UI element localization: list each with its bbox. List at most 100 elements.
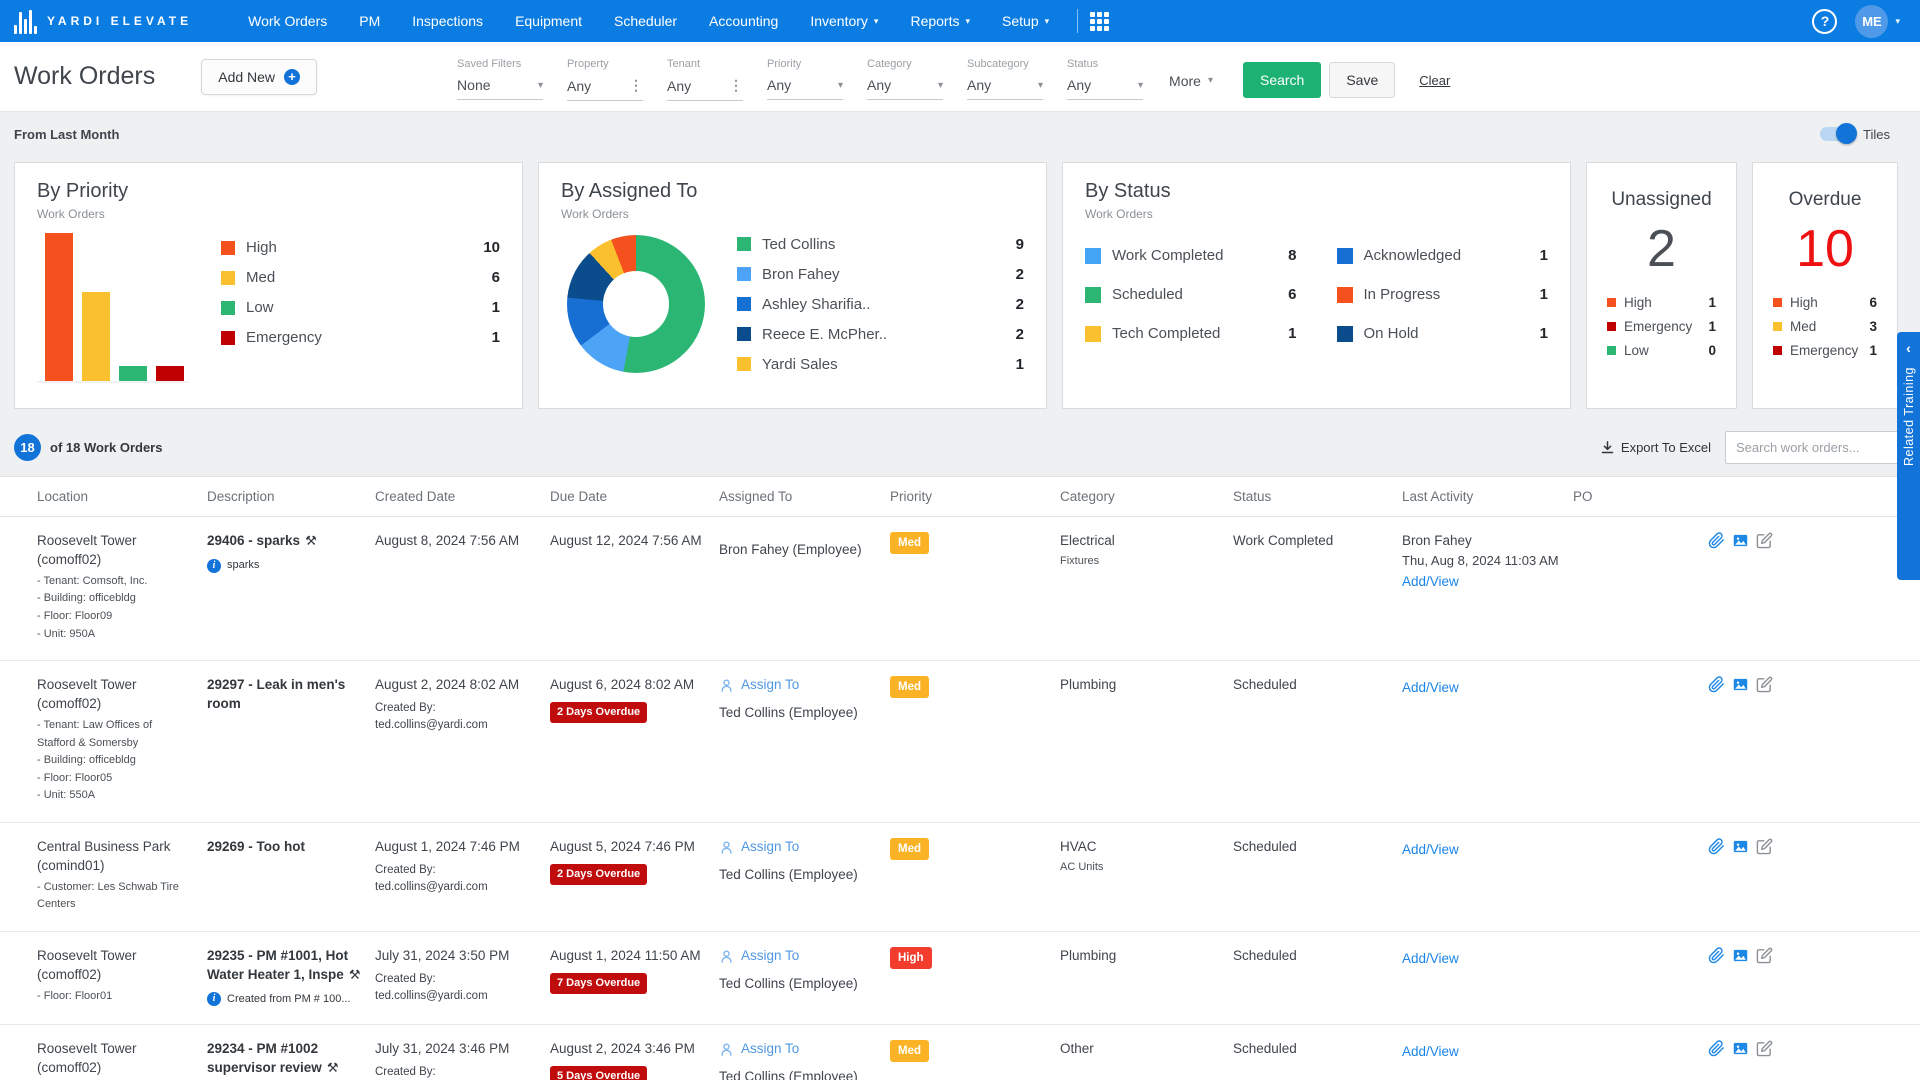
filter-status[interactable]: StatusAny▾: [1067, 58, 1143, 100]
add-view-link[interactable]: Add/View: [1402, 1043, 1459, 1062]
filter-saved-filters[interactable]: Saved FiltersNone▾: [457, 58, 543, 100]
filter-value[interactable]: None▾: [457, 70, 543, 100]
save-button[interactable]: Save: [1329, 62, 1395, 98]
column-header-po[interactable]: PO: [1573, 477, 1663, 516]
related-training-tab[interactable]: ‹ Related Training: [1897, 332, 1920, 580]
user-menu[interactable]: ME ▾: [1855, 5, 1900, 38]
due-date-cell: August 5, 2024 7:46 PM 2 Days Overdue: [550, 823, 719, 931]
search-button[interactable]: Search: [1243, 62, 1321, 98]
filter-value[interactable]: Any⋮: [567, 70, 643, 101]
filter-category[interactable]: CategoryAny▾: [867, 58, 943, 100]
edit-icon[interactable]: [1756, 676, 1773, 693]
nav-item-inventory[interactable]: Inventory▾: [794, 0, 894, 42]
add-view-link[interactable]: Add/View: [1402, 841, 1459, 860]
chevron-down-icon: ▾: [538, 80, 543, 91]
column-header-assigned-to[interactable]: Assigned To: [719, 477, 890, 516]
attachment-icon[interactable]: [1708, 838, 1725, 855]
work-order-description[interactable]: 29406 - sparks: [207, 533, 300, 548]
nav-item-scheduler[interactable]: Scheduler: [598, 0, 693, 42]
edit-icon[interactable]: [1756, 532, 1773, 549]
photo-icon[interactable]: [1732, 532, 1749, 549]
edit-icon[interactable]: [1756, 947, 1773, 964]
nav-item-equipment[interactable]: Equipment: [499, 0, 598, 42]
filter-property[interactable]: PropertyAny⋮: [567, 58, 643, 101]
work-orders-table: LocationDescriptionCreated DateDue DateA…: [0, 476, 1920, 1080]
help-icon[interactable]: ?: [1812, 9, 1837, 34]
status-cell: Scheduled: [1233, 932, 1402, 1024]
work-order-description[interactable]: 29235 - PM #1001, Hot Water Heater 1, In…: [207, 948, 348, 982]
nav-item-pm[interactable]: PM: [343, 0, 396, 42]
filter-value[interactable]: Any⋮: [667, 70, 743, 101]
column-header-description[interactable]: Description: [207, 477, 375, 516]
search-work-orders-input[interactable]: [1725, 431, 1905, 464]
avatar[interactable]: ME: [1855, 5, 1888, 38]
photo-icon[interactable]: [1732, 676, 1749, 693]
assign-to-link[interactable]: Assign To: [719, 838, 876, 857]
toggle-track[interactable]: [1820, 127, 1854, 141]
tiles-toggle-label: Tiles: [1863, 127, 1890, 142]
column-header-due-date[interactable]: Due Date: [550, 477, 719, 516]
nav-item-setup[interactable]: Setup▾: [986, 0, 1065, 42]
export-to-excel-button[interactable]: Export To Excel: [1600, 440, 1711, 455]
assign-to-link[interactable]: Assign To: [719, 676, 876, 695]
toggle-knob[interactable]: [1836, 123, 1857, 144]
filter-value[interactable]: Any▾: [1067, 70, 1143, 100]
work-order-description[interactable]: 29297 - Leak in men's room: [207, 677, 345, 711]
add-new-button[interactable]: Add New +: [201, 59, 317, 95]
legend-item: Ashley Sharifia..2: [737, 296, 1024, 313]
nav-item-inspections[interactable]: Inspections: [396, 0, 499, 42]
location-cell: Roosevelt Tower (comoff02): [37, 1025, 207, 1080]
table-row[interactable]: Roosevelt Tower (comoff02) - Tenant: Com…: [0, 517, 1920, 661]
work-order-description[interactable]: 29234 - PM #1002 supervisor review: [207, 1041, 322, 1075]
column-header-category[interactable]: Category: [1060, 477, 1233, 516]
column-header-location[interactable]: Location: [37, 477, 207, 516]
column-header-priority[interactable]: Priority: [890, 477, 1060, 516]
photo-icon[interactable]: [1732, 838, 1749, 855]
assign-to-link[interactable]: Assign To: [719, 947, 876, 966]
filter-value[interactable]: Any▾: [967, 70, 1043, 100]
tiles-toggle[interactable]: Tiles: [1820, 127, 1890, 142]
work-order-description[interactable]: 29269 - Too hot: [207, 839, 305, 854]
attachment-icon[interactable]: [1708, 1040, 1725, 1057]
photo-icon[interactable]: [1732, 947, 1749, 964]
filter-value[interactable]: Any▾: [767, 70, 843, 100]
table-row[interactable]: Roosevelt Tower (comoff02) 29234 - PM #1…: [0, 1025, 1920, 1080]
attachment-icon[interactable]: [1708, 947, 1725, 964]
attachment-icon[interactable]: [1708, 676, 1725, 693]
filter-subcategory[interactable]: SubcategoryAny▾: [967, 58, 1043, 100]
filter-value[interactable]: Any▾: [867, 70, 943, 100]
card-title: By Priority: [37, 180, 500, 203]
assign-to-link[interactable]: Assign To: [719, 1040, 876, 1059]
nav-item-work-orders[interactable]: Work Orders: [232, 0, 343, 42]
photo-icon[interactable]: [1732, 1040, 1749, 1057]
table-row[interactable]: Central Business Park (comind01) - Custo…: [0, 823, 1920, 932]
filter-tenant[interactable]: TenantAny⋮: [667, 58, 743, 101]
person-icon: [719, 1042, 734, 1057]
clear-link[interactable]: Clear: [1419, 73, 1450, 88]
description-cell: 29406 - sparks⚒ isparks: [207, 517, 375, 660]
legend-swatch: [1337, 287, 1353, 303]
column-header-status[interactable]: Status: [1233, 477, 1402, 516]
app-grid-icon[interactable]: [1090, 12, 1109, 31]
add-view-link[interactable]: Add/View: [1402, 679, 1459, 698]
filter-priority[interactable]: PriorityAny▾: [767, 58, 843, 100]
table-row[interactable]: Roosevelt Tower (comoff02) - Floor: Floo…: [0, 932, 1920, 1025]
nav-item-reports[interactable]: Reports▾: [894, 0, 986, 42]
overdue-breakdown: High6Med3Emergency1: [1765, 295, 1885, 358]
column-header-last-activity[interactable]: Last Activity: [1402, 477, 1573, 516]
legend-swatch: [221, 241, 235, 255]
column-header-created-date[interactable]: Created Date: [375, 477, 550, 516]
more-filters-button[interactable]: More ▾: [1169, 65, 1213, 89]
edit-icon[interactable]: [1756, 838, 1773, 855]
add-view-link[interactable]: Add/View: [1402, 950, 1459, 969]
attachment-icon[interactable]: [1708, 532, 1725, 549]
legend-swatch: [1773, 346, 1782, 355]
nav-item-accounting[interactable]: Accounting: [693, 0, 794, 42]
table-row[interactable]: Roosevelt Tower (comoff02) - Tenant: Law…: [0, 661, 1920, 823]
category-cell: Plumbing: [1060, 661, 1233, 822]
category-cell: Plumbing: [1060, 932, 1233, 1024]
edit-icon[interactable]: [1756, 1040, 1773, 1057]
add-view-link[interactable]: Add/View: [1402, 573, 1459, 592]
page-header: Work Orders Add New + Saved FiltersNone▾…: [0, 42, 1920, 112]
priority-badge: Med: [890, 532, 929, 554]
